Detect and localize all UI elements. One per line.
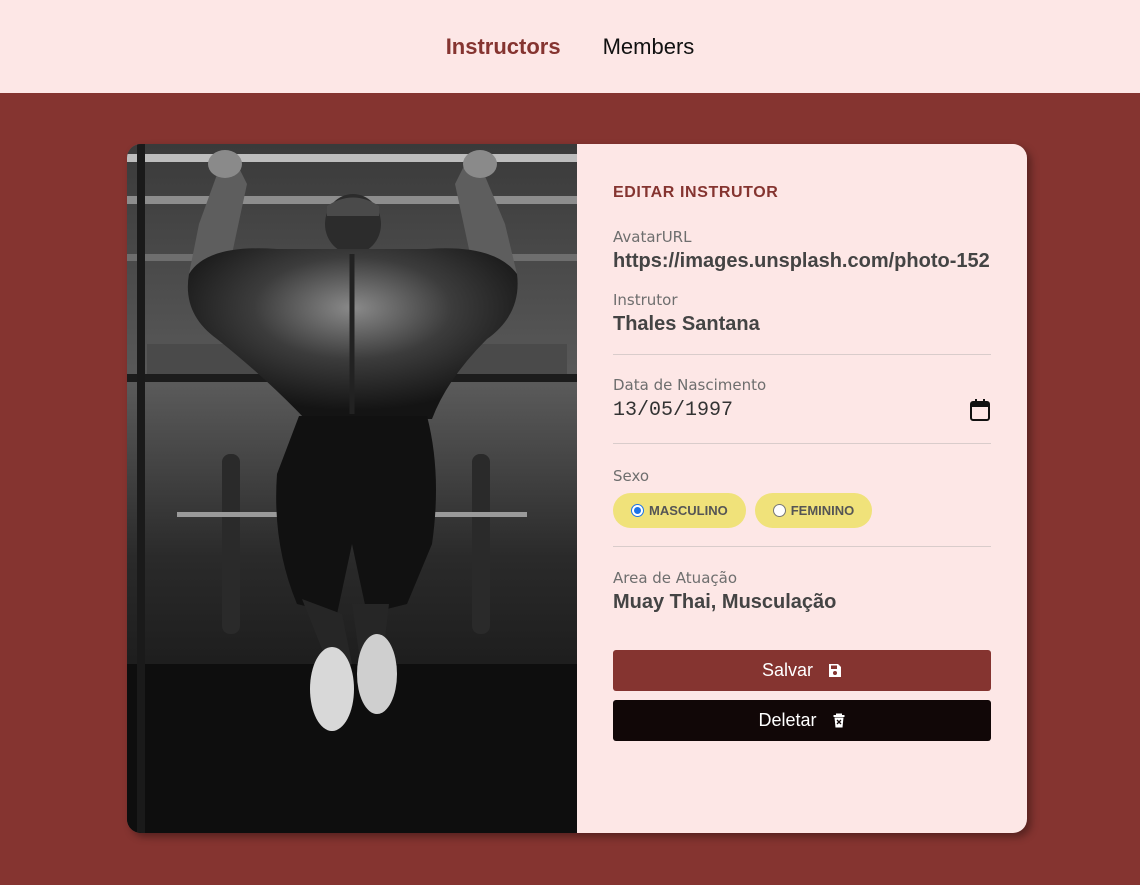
gender-field: Sexo MASCULINO FEMININO: [613, 467, 991, 528]
nav-link-members[interactable]: Members: [603, 34, 695, 60]
edit-instructor-form: EDITAR INSTRUTOR AvatarURL https://image…: [577, 144, 1027, 833]
birth-date-value: 13/05/1997: [613, 398, 734, 422]
instructor-avatar-image: [127, 144, 577, 833]
gender-label: Sexo: [613, 467, 650, 485]
instructor-name-label: Instrutor: [613, 291, 678, 309]
athlete-photo: [127, 144, 577, 833]
save-icon: [829, 664, 842, 677]
services-label: Area de Atuação: [613, 569, 737, 587]
services-field: Area de Atuação Muay Thai, Musculação: [613, 569, 991, 614]
gender-option-masculino[interactable]: MASCULINO: [613, 493, 746, 528]
delete-button[interactable]: Deletar: [613, 700, 991, 741]
gender-radio-group: MASCULINO FEMININO: [613, 493, 991, 528]
divider: [613, 354, 991, 355]
instructor-card: EDITAR INSTRUTOR AvatarURL https://image…: [127, 144, 1027, 833]
birth-date-input[interactable]: 13/05/1997: [613, 398, 991, 422]
radio-unchecked-icon[interactable]: [772, 504, 786, 517]
trash-icon: [833, 713, 845, 728]
gender-option-label: MASCULINO: [649, 503, 728, 518]
save-button[interactable]: Salvar: [613, 650, 991, 691]
top-nav: Instructors Members: [0, 0, 1140, 93]
divider: [613, 546, 991, 547]
nav-link-instructors[interactable]: Instructors: [446, 34, 561, 60]
delete-button-label: Deletar: [758, 710, 817, 730]
instructor-name-field: Instrutor Thales Santana: [613, 291, 991, 336]
avatar-url-input[interactable]: https://images.unsplash.com/photo-152: [613, 250, 991, 273]
form-title: EDITAR INSTRUTOR: [613, 184, 779, 201]
gender-option-label: FEMININO: [790, 503, 855, 518]
radio-checked-icon[interactable]: [631, 504, 644, 517]
birth-date-label: Data de Nascimento: [613, 376, 767, 394]
avatar-url-field: AvatarURL https://images.unsplash.com/ph…: [613, 228, 991, 273]
gender-option-feminino[interactable]: FEMININO: [754, 493, 873, 528]
instructor-name-input[interactable]: Thales Santana: [613, 313, 991, 336]
avatar-url-label: AvatarURL: [613, 228, 692, 246]
birth-date-field: Data de Nascimento 13/05/1997: [613, 376, 991, 422]
services-input[interactable]: Muay Thai, Musculação: [613, 591, 991, 614]
save-button-label: Salvar: [761, 660, 814, 680]
calendar-icon[interactable]: [969, 398, 991, 422]
divider: [613, 443, 991, 444]
